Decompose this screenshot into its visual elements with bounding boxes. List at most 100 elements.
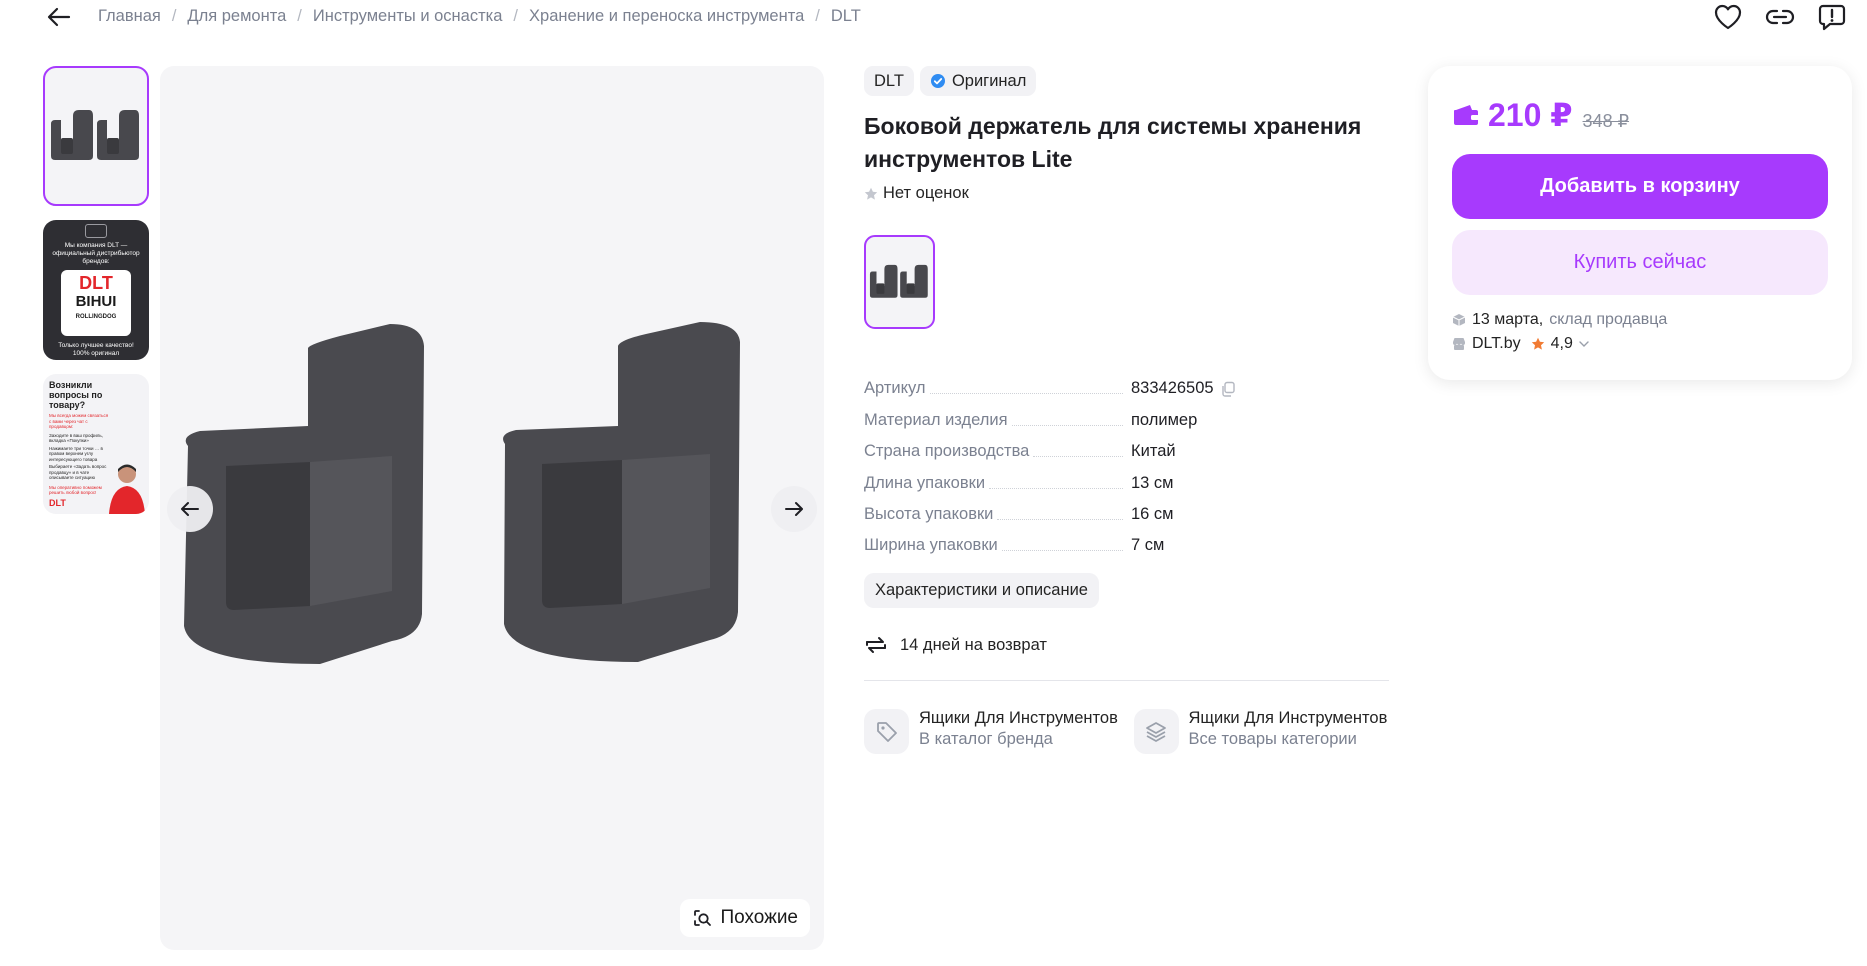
report-button[interactable]	[1817, 2, 1847, 32]
gallery-thumbnails: Мы компания DLT — официальный дистрибьют…	[43, 66, 149, 528]
link-subtitle: Все товары категории	[1188, 730, 1357, 749]
next-image-button[interactable]	[771, 486, 817, 532]
favorite-button[interactable]	[1713, 2, 1743, 32]
spec-label: Страна производства	[864, 442, 1131, 461]
faq-step: Заходите в ваш профиль, вкладка «Покупки…	[49, 432, 103, 444]
share-link-button[interactable]	[1765, 2, 1795, 32]
returns-info: 14 дней на возврат	[864, 634, 1389, 656]
spec-value-text: Китай	[1131, 442, 1176, 461]
arrow-right-icon	[785, 502, 803, 516]
spec-value-text: 13 см	[1131, 473, 1174, 492]
details-chip[interactable]: Характеристики и описание	[864, 573, 1099, 609]
promo-text: 100% оригинал	[72, 350, 120, 357]
dotted-leader	[997, 518, 1123, 520]
star-icon	[1531, 337, 1544, 350]
breadcrumb-separator: /	[815, 7, 820, 25]
brand-promo: Мы компания DLT — официальный дистрибьют…	[43, 220, 149, 360]
spec-value: 7 см	[1131, 536, 1164, 555]
arrow-left-icon	[181, 502, 199, 516]
breadcrumb-item[interactable]: Главная	[98, 7, 161, 26]
add-to-cart-button[interactable]: Добавить в корзину	[1452, 154, 1828, 219]
spec-value-text: 16 см	[1131, 504, 1174, 523]
spec-label: Ширина упаковки	[864, 536, 1131, 555]
rating-text: Нет оценок	[883, 184, 969, 202]
prev-image-button[interactable]	[167, 486, 213, 532]
promo-text: Только лучшее качество!	[58, 342, 134, 349]
spec-label: Артикул	[864, 379, 1131, 398]
brand-bihui-logo: BIHUI	[75, 293, 117, 310]
spec-label-text: Высота упаковки	[864, 504, 994, 523]
spec-row: Материал изделия полимер	[864, 398, 1389, 429]
spec-label: Материал изделия	[864, 411, 1131, 430]
gallery-thumb-1[interactable]	[43, 66, 149, 206]
breadcrumb-item[interactable]: Хранение и переноска инструмента	[529, 7, 804, 26]
brand-logo	[85, 224, 107, 238]
faq-step: Нажимаете три точки … в правом верхнем у…	[49, 445, 103, 462]
category-link[interactable]: Ящики Для Инструментов Все товары катего…	[1133, 709, 1390, 755]
delivery-date: 13 марта,	[1472, 311, 1544, 328]
copy-button[interactable]	[1220, 381, 1236, 397]
divider	[864, 680, 1389, 682]
similar-products-button[interactable]: Похожие	[680, 899, 810, 937]
breadcrumb-item[interactable]: Инструменты и оснастка	[313, 7, 503, 26]
layers-icon-wrapper	[1133, 709, 1179, 755]
gallery-thumb-3[interactable]: Возникли вопросы по товару? Мы всегда мо…	[43, 374, 149, 514]
layers-icon	[1146, 721, 1166, 742]
spec-label-text: Ширина упаковки	[864, 536, 998, 555]
rating[interactable]: Нет оценок	[864, 184, 1389, 203]
brand-badge[interactable]: DLT	[864, 66, 914, 96]
price-value: 210 ₽	[1488, 97, 1573, 133]
brand-dlt-logo: DLT	[79, 273, 113, 293]
dotted-leader	[1033, 456, 1123, 458]
main-product-image[interactable]: Похожие	[160, 66, 824, 950]
spec-label-text: Страна производства	[864, 442, 1030, 461]
store-icon	[1453, 338, 1465, 350]
brand-name: DLT	[874, 71, 904, 90]
product-image	[51, 110, 139, 160]
spec-row: Ширина упаковки 7 см	[864, 524, 1389, 555]
top-bar: Главная / Для ремонта / Инструменты и ос…	[0, 0, 1867, 36]
breadcrumb-item[interactable]: Для ремонта	[187, 7, 286, 26]
spec-row: Страна производства Китай	[864, 430, 1389, 461]
old-price: 348 ₽	[1582, 111, 1630, 131]
spec-value-text: 7 см	[1131, 536, 1165, 555]
product-title: Боковой держатель для системы хранения и…	[864, 113, 1362, 172]
brand-catalog-link[interactable]: Ящики Для Инструментов В каталог бренда	[864, 709, 1120, 755]
original-badge[interactable]: Оригинал	[919, 66, 1037, 96]
promo-text: Мы компания DLT —	[64, 242, 128, 249]
link-title: Ящики Для Инструментов	[919, 709, 1118, 728]
gallery-thumb-2[interactable]: Мы компания DLT — официальный дистрибьют…	[43, 220, 149, 360]
report-icon	[1818, 4, 1846, 31]
link-text: Ящики Для Инструментов Все товары катего…	[1189, 709, 1389, 754]
verified-icon	[930, 74, 945, 88]
spec-label-text: Артикул	[864, 379, 926, 398]
faq-subtitle: Мы всегда можем связаться с вами через ч…	[49, 413, 109, 429]
price: 210 ₽	[1452, 96, 1573, 134]
spec-label-text: Длина упаковки	[864, 473, 986, 492]
catalog-links: Ящики Для Инструментов В каталог бренда …	[864, 709, 1390, 755]
buy-now-button[interactable]: Купить сейчас	[1452, 230, 1828, 295]
arrow-left-icon	[47, 7, 71, 27]
search-image-icon	[694, 910, 712, 926]
link-text: Ящики Для Инструментов В каталог бренда	[919, 709, 1119, 754]
breadcrumb-item[interactable]: DLT	[831, 7, 861, 26]
color-variant[interactable]	[864, 235, 935, 329]
spec-value: 833426505	[1131, 379, 1236, 398]
spec-value: полимер	[1131, 411, 1197, 430]
support-person-image	[109, 464, 145, 514]
link-title: Ящики Для Инструментов	[1188, 709, 1388, 728]
star-icon	[864, 187, 878, 200]
product-image	[869, 264, 928, 298]
spec-value: Китай	[1131, 442, 1176, 461]
back-button[interactable]	[44, 4, 74, 30]
dotted-leader	[989, 487, 1123, 489]
wallet-icon	[1454, 105, 1479, 125]
spec-label: Длина упаковки	[864, 474, 1131, 493]
link-subtitle: В каталог бренда	[919, 730, 1053, 749]
spec-row: Длина упаковки 13 см	[864, 461, 1389, 492]
spec-value: 13 см	[1131, 474, 1174, 493]
seller-info[interactable]: DLT.by 4,9	[1452, 335, 1589, 353]
original-label: Оригинал	[951, 71, 1027, 90]
spec-value: 16 см	[1131, 505, 1174, 524]
top-actions	[1713, 2, 1867, 32]
